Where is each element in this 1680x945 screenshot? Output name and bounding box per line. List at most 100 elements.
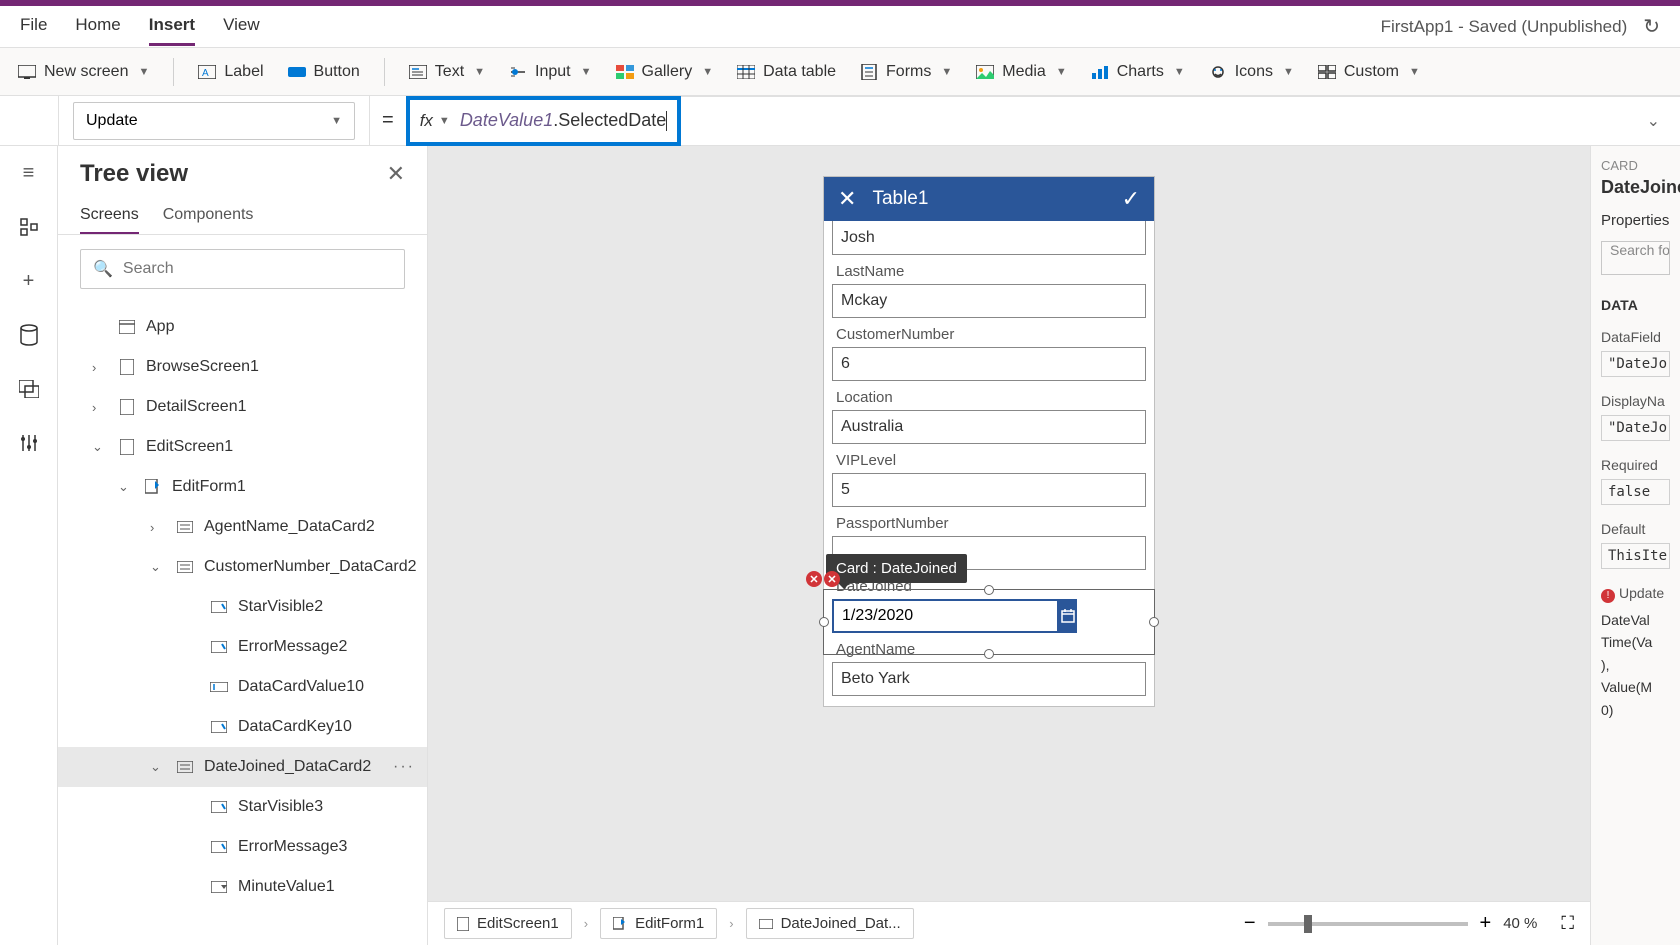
data-icon[interactable] [16,322,42,348]
zoom-slider[interactable] [1268,922,1468,926]
canvas[interactable]: ✕ Table1 ✓ LastName CustomerNumber Locat… [428,146,1590,945]
tree-node-edit-screen[interactable]: ⌄ EditScreen1 [58,427,427,467]
chevron-down-icon: ▼ [138,66,149,78]
formula-expand-icon[interactable]: ⌄ [1647,111,1660,131]
tree-node-star-visible-3[interactable]: StarVisible3 [58,787,427,827]
menu-view[interactable]: View [223,7,260,46]
media-dropdown[interactable]: Media▼ [976,63,1066,81]
card-icon [176,758,194,776]
charts-dropdown[interactable]: Charts▼ [1091,63,1185,81]
menu-file[interactable]: File [20,7,47,46]
chevron-right-icon: › [584,916,588,931]
chevron-down-icon[interactable]: ▼ [439,115,450,127]
tree-node-minute-value-1[interactable]: MinuteValue1 [58,867,427,907]
last-name-label: LastName [832,263,1146,280]
tree-view-panel: Tree view ✕ Screens Components 🔍 App › B… [58,146,428,945]
screen-icon [18,63,36,81]
tree-node-app[interactable]: App [58,307,427,347]
error-badge-icon[interactable]: ✕ [806,571,822,587]
menu-bar: File Home Insert View FirstApp1 - Saved … [0,6,1680,48]
tools-icon[interactable] [16,430,42,456]
menu-insert[interactable]: Insert [149,7,195,46]
close-icon[interactable]: ✕ [838,186,856,212]
new-screen-button[interactable]: New screen▼ [18,63,149,81]
data-table-button[interactable]: Data table [737,63,836,81]
tree-node-edit-form[interactable]: ⌄ EditForm1 [58,467,427,507]
search-input[interactable]: 🔍 [80,249,405,289]
first-name-input[interactable] [832,221,1146,255]
add-icon[interactable]: + [16,268,42,294]
form-preview[interactable]: ✕ Table1 ✓ LastName CustomerNumber Locat… [823,176,1155,707]
screen-icon [457,917,469,931]
chevron-down-icon[interactable]: ⌄ [150,559,166,575]
tree-node-browse-screen[interactable]: › BrowseScreen1 [58,347,427,387]
tree-node-detail-screen[interactable]: › DetailScreen1 [58,387,427,427]
location-input[interactable] [832,410,1146,444]
update-code[interactable]: DateVal Time(Va ), Value(M 0) [1601,609,1670,721]
forms-icon [860,63,878,81]
card-name: DateJoine [1601,177,1670,198]
input-dropdown[interactable]: Input▼ [509,63,591,81]
search-field[interactable] [123,260,392,278]
breadcrumb-edit-form[interactable]: EditForm1 [600,908,717,939]
chevron-right-icon[interactable]: › [92,400,108,415]
breadcrumb-date-joined[interactable]: DateJoined_Dat... [746,908,914,939]
properties-tab[interactable]: Properties [1601,212,1670,229]
chevron-down-icon[interactable]: ⌄ [150,759,166,775]
chevron-down-icon: ▼ [702,66,713,78]
tree-node-error-message-3[interactable]: ErrorMessage3 [58,827,427,867]
chevron-right-icon[interactable]: › [150,520,166,535]
tree-node-agent-name-card[interactable]: › AgentName_DataCard2 [58,507,427,547]
forms-dropdown[interactable]: Forms▼ [860,63,952,81]
tree-node-date-joined-card[interactable]: ⌄ DateJoined_DataCard2 ··· [58,747,427,787]
tree-view-icon[interactable] [16,214,42,240]
error-badges[interactable]: ✕ ✕ [806,571,840,587]
close-icon[interactable]: ✕ [387,161,405,187]
tree-node-error-message-2[interactable]: ErrorMessage2 [58,627,427,667]
check-icon[interactable]: ✓ [1122,186,1140,212]
label-button[interactable]: A Label [198,63,263,81]
default-value[interactable]: ThisIte [1601,543,1670,569]
required-value[interactable]: false [1601,479,1670,505]
error-badge-icon[interactable]: ✕ [824,571,840,587]
more-icon[interactable]: ··· [393,758,415,776]
displayname-value[interactable]: "DateJo [1601,415,1670,441]
passport-number-label: PassportNumber [832,515,1146,532]
hamburger-icon[interactable]: ≡ [16,160,42,186]
chevron-right-icon[interactable]: › [92,360,108,375]
properties-search[interactable]: Search fo [1601,241,1670,275]
agent-name-input[interactable] [832,662,1146,696]
chevron-down-icon[interactable]: ⌄ [118,479,134,495]
customer-number-input[interactable] [832,347,1146,381]
last-name-input[interactable] [832,284,1146,318]
vip-level-input[interactable] [832,473,1146,507]
datafield-value[interactable]: "DateJo [1601,351,1670,377]
custom-dropdown[interactable]: Custom▼ [1318,63,1420,81]
button-button[interactable]: Button [288,63,360,81]
property-selector[interactable]: Update ▼ [73,102,355,140]
tree-node-star-visible-2[interactable]: StarVisible2 [58,587,427,627]
gallery-dropdown[interactable]: Gallery▼ [616,63,714,81]
clock-icon[interactable]: ↻ [1643,14,1660,39]
tree-node-data-card-key-10[interactable]: DataCardKey10 [58,707,427,747]
label-icon [210,638,228,656]
breadcrumb-bar: EditScreen1 › EditForm1 › DateJoined_Dat… [428,901,1590,945]
zoom-in-button[interactable]: + [1480,912,1492,935]
icons-dropdown[interactable]: Icons▼ [1209,63,1294,81]
formula-input[interactable]: fx ▼ DateValue1.SelectedDate [406,96,682,146]
card-type-label: CARD [1601,158,1670,173]
tab-screens[interactable]: Screens [80,198,139,234]
breadcrumb-edit-screen[interactable]: EditScreen1 [444,908,572,939]
tree-node-customer-number-card[interactable]: ⌄ CustomerNumber_DataCard2 [58,547,427,587]
calendar-icon[interactable] [1059,599,1077,633]
chevron-down-icon[interactable]: ⌄ [92,439,108,455]
tree-node-data-card-value-10[interactable]: DataCardValue10 [58,667,427,707]
date-joined-input[interactable] [832,599,1059,633]
text-dropdown[interactable]: Text▼ [409,63,485,81]
fit-screen-icon[interactable]: ⛶ [1561,913,1574,934]
tab-components[interactable]: Components [163,198,254,234]
charts-icon [1091,63,1109,81]
menu-home[interactable]: Home [75,7,120,46]
media-panel-icon[interactable] [16,376,42,402]
zoom-out-button[interactable]: − [1244,912,1256,935]
